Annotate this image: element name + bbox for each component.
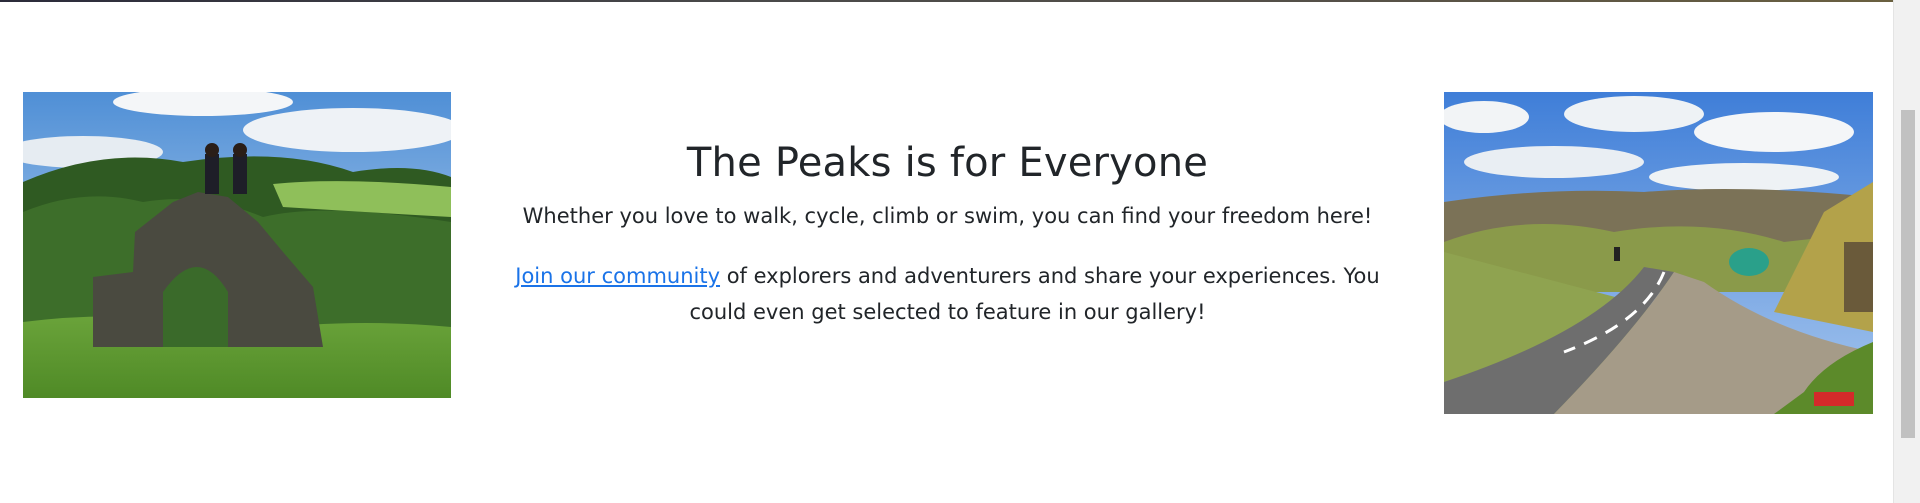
section-tagline: Whether you love to walk, cycle, climb o… bbox=[522, 204, 1373, 228]
community-paragraph: Join our community of explorers and adve… bbox=[490, 258, 1405, 330]
stone-arch-photo bbox=[23, 92, 451, 398]
page-scrollbar[interactable] bbox=[1893, 0, 1920, 503]
join-community-link[interactable]: Join our community bbox=[515, 264, 720, 288]
page: The Peaks is for Everyone Whether you lo… bbox=[0, 0, 1920, 503]
stone-arch-image bbox=[23, 92, 451, 398]
cycling-road-image bbox=[1444, 92, 1873, 414]
intro-section: The Peaks is for Everyone Whether you lo… bbox=[490, 140, 1405, 330]
community-description: of explorers and adventurers and share y… bbox=[689, 264, 1380, 324]
cycling-road-photo bbox=[1444, 92, 1873, 414]
hero-image-bottom-edge bbox=[0, 0, 1894, 2]
scrollbar-thumb[interactable] bbox=[1901, 110, 1915, 438]
section-title: The Peaks is for Everyone bbox=[686, 140, 1209, 186]
